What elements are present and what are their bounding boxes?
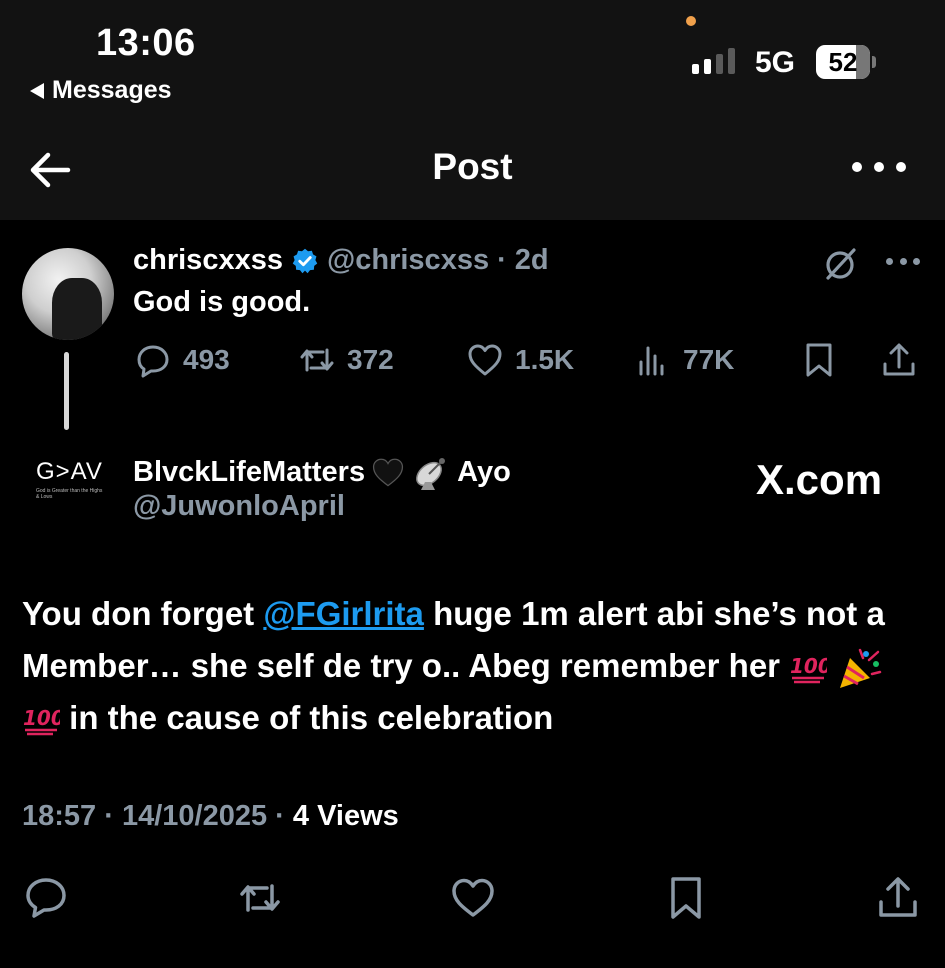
post-age: 2d	[514, 244, 549, 276]
avatar[interactable]	[22, 248, 114, 340]
mention-link[interactable]: @FGirlrita	[263, 595, 424, 632]
page-title: Post	[432, 146, 513, 187]
like-count: 1.5K	[515, 344, 575, 375]
verified-badge-icon	[292, 248, 318, 273]
party-popper-emoji	[840, 649, 882, 689]
reply-meta: 18:57 · 14/10/2025 · 4 Views	[22, 800, 399, 832]
hundred-points-emoji: 100	[790, 654, 827, 684]
grok-icon[interactable]	[820, 244, 860, 284]
black-heart-emoji	[373, 458, 404, 487]
share-button[interactable]	[879, 340, 919, 380]
repost-icon[interactable]	[236, 874, 284, 922]
back-to-app-link[interactable]: Messages	[30, 76, 172, 105]
clock: 13:06	[96, 22, 196, 64]
reply-text: You don forget @FGirlrita huge 1m alert …	[22, 595, 885, 736]
post-more-icon[interactable]	[886, 258, 920, 268]
svg-text:100: 100	[790, 654, 827, 678]
author-name: chriscxxss	[133, 244, 283, 276]
analytics-icon	[639, 346, 664, 376]
repost-button[interactable]: 372	[297, 340, 394, 380]
community-logo: G>AV God is Greater than the Highs & Low…	[36, 458, 106, 500]
battery-level: 52	[828, 47, 858, 77]
reply-author-name[interactable]: BlvckLifeMatters Ayo	[133, 452, 511, 492]
back-triangle-icon	[30, 82, 44, 99]
thread-line	[64, 352, 69, 430]
share-icon	[883, 343, 915, 376]
mic-indicator-icon	[686, 16, 696, 26]
hundred-points-emoji: 100	[23, 706, 60, 736]
author-handle: @chriscxss	[326, 244, 490, 276]
logo-text: G>AV	[36, 458, 103, 485]
back-app-label: Messages	[52, 76, 172, 104]
bookmark-icon[interactable]	[662, 874, 710, 922]
reply-icon	[137, 345, 169, 378]
like-button[interactable]: 1.5K	[465, 340, 574, 380]
status-bar: 13:06 Messages 5G 52	[0, 0, 945, 120]
top-nav: Post	[0, 120, 945, 220]
network-label: 5G	[755, 46, 796, 79]
reply-name-suffix: Ayo	[457, 455, 511, 488]
satellite-dish-emoji	[416, 458, 446, 490]
reply-count: 493	[183, 344, 230, 375]
heart-icon	[468, 344, 502, 376]
post-text: God is good.	[133, 286, 311, 318]
reply-icon[interactable]	[22, 874, 70, 922]
heart-icon[interactable]	[449, 874, 497, 922]
views-button[interactable]: 77K	[633, 340, 734, 380]
share-icon[interactable]	[874, 874, 922, 922]
post-author[interactable]: chriscxxss @chriscxss · 2d	[133, 244, 549, 277]
battery-icon: 52	[816, 45, 876, 79]
svg-text:100: 100	[23, 706, 60, 730]
reply-time: 18:57	[22, 800, 97, 832]
post-metrics: 493 372 1.5K 77K	[133, 340, 923, 386]
x-watermark: X.com	[756, 456, 883, 503]
reply-views[interactable]: 4 Views	[293, 800, 399, 832]
logo-tagline: God is Greater than the Highs & Lows	[36, 488, 103, 500]
views-count: 77K	[683, 344, 735, 375]
reply-date: 14/10/2025	[121, 800, 268, 832]
signal-icon	[692, 48, 735, 74]
repost-icon	[300, 348, 334, 372]
bookmark-button[interactable]	[799, 340, 839, 380]
bookmark-icon	[806, 343, 832, 377]
reply-handle[interactable]: @JuwonloApril	[133, 490, 345, 523]
repost-count: 372	[347, 344, 394, 375]
reply-button[interactable]: 493	[133, 340, 230, 380]
more-options-icon[interactable]	[852, 154, 906, 180]
reply-display-name: BlvckLifeMatters	[133, 455, 366, 488]
